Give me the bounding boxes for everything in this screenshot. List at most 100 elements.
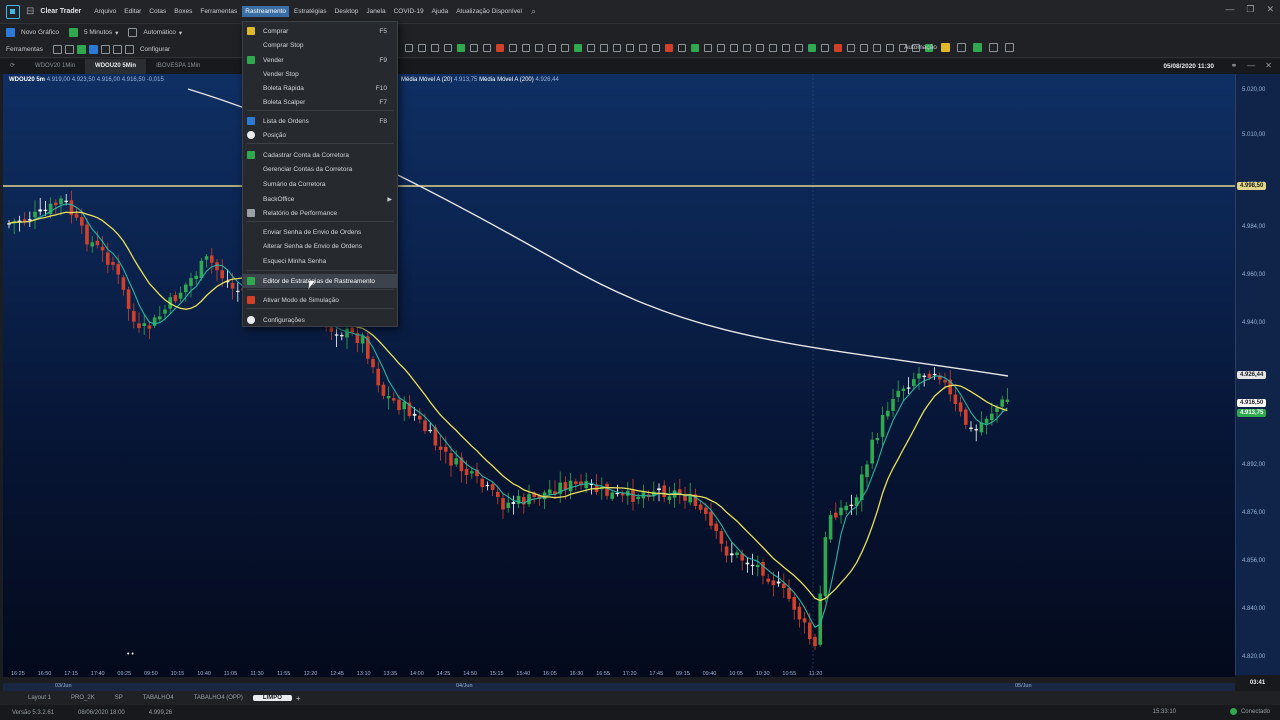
new-chart-button[interactable]: Novo Gráfico bbox=[6, 28, 59, 37]
workspace-tab[interactable]: TABALHO4 bbox=[133, 695, 184, 701]
workspace-tab[interactable]: Layout 1 bbox=[18, 695, 61, 701]
menu-item[interactable]: Posição bbox=[243, 128, 397, 142]
hline-tool-icon[interactable] bbox=[431, 44, 439, 52]
grid-icon[interactable] bbox=[52, 44, 62, 54]
menu-item[interactable]: Lista de Ordens F8 bbox=[243, 114, 397, 128]
menu-4[interactable]: Ferramentas bbox=[197, 6, 240, 17]
menu-item[interactable]: Relatório de Performance bbox=[243, 206, 397, 220]
mode-select[interactable]: Automático ▾ bbox=[128, 28, 182, 37]
menu-item[interactable]: Comprar Stop bbox=[243, 38, 397, 52]
layer-tool-icon[interactable] bbox=[743, 44, 751, 52]
print-tool-icon[interactable] bbox=[847, 44, 855, 52]
fibonacci-tool-icon[interactable] bbox=[483, 44, 491, 52]
pitchfork-tool-icon[interactable] bbox=[509, 44, 517, 52]
menu-item[interactable]: Editor de Estratégias de Rastreamento bbox=[243, 274, 397, 288]
link-icon[interactable]: ⚭ bbox=[1231, 61, 1238, 70]
search-icon[interactable]: ⌕ bbox=[531, 6, 536, 17]
star-tool-icon[interactable] bbox=[730, 44, 738, 52]
arrow-tool-icon[interactable] bbox=[522, 44, 530, 52]
config-button[interactable]: Configurar bbox=[124, 44, 170, 54]
workspace-tab[interactable]: PRO_2K bbox=[61, 695, 105, 701]
timeframe-select[interactable]: 5 Minutos ▾ bbox=[68, 28, 118, 37]
menu-item[interactable]: Comprar F5 bbox=[243, 24, 397, 38]
price-chart[interactable]: • • WDOU20 5m 4.919,00 4.923,50 4.916,00… bbox=[3, 74, 1235, 677]
menu-item[interactable]: Vender Stop bbox=[243, 67, 397, 81]
menu-item[interactable]: Gerenciar Contas da Corretora bbox=[243, 162, 397, 176]
time-scrollbar[interactable]: 03/Jun 04/Jun 05/Jun bbox=[3, 683, 1235, 691]
minimize-icon[interactable]: — bbox=[1225, 4, 1234, 15]
menu-item[interactable]: Boleta Scalper F7 bbox=[243, 95, 397, 109]
menu-item[interactable]: Boleta Rápida F10 bbox=[243, 81, 397, 95]
close-chart-icon[interactable]: ✕ bbox=[1265, 61, 1272, 70]
eraser-tool-icon[interactable] bbox=[574, 44, 582, 52]
menu-item[interactable]: Sumário da Corretora bbox=[243, 177, 397, 191]
chart-tab[interactable]: IBOVESPA 1Min bbox=[146, 59, 210, 74]
menu-9[interactable]: COVID-19 bbox=[391, 6, 427, 17]
workspace-tab[interactable]: LIMPO bbox=[252, 695, 292, 701]
menu-6[interactable]: Estratégias bbox=[291, 6, 330, 17]
menu-item[interactable]: Ativar Modo de Simulação bbox=[243, 293, 397, 307]
close-icon[interactable]: ✕ bbox=[1266, 4, 1274, 15]
rectangle-tool-icon[interactable] bbox=[457, 44, 465, 52]
ray-tool-icon[interactable] bbox=[418, 44, 426, 52]
share-tool-icon[interactable] bbox=[834, 44, 842, 52]
restore-icon[interactable]: ❐ bbox=[1246, 4, 1254, 15]
menu-5[interactable]: Rastreamento bbox=[242, 6, 290, 17]
sidebar-toggle-icon[interactable]: ⊟ bbox=[26, 6, 34, 17]
menu-item[interactable]: Esqueci Minha Senha bbox=[243, 254, 397, 268]
menu-0[interactable]: Arquivo bbox=[91, 6, 119, 17]
chart-tab[interactable]: WDOV20 1Min bbox=[25, 59, 85, 74]
menu-item[interactable]: Configurações bbox=[243, 313, 397, 327]
zoom-in-tool-icon[interactable] bbox=[639, 44, 647, 52]
alert-tool-icon[interactable] bbox=[860, 44, 868, 52]
bars-icon[interactable] bbox=[76, 44, 86, 54]
eye-tool-icon[interactable] bbox=[613, 44, 621, 52]
crosshair-tool-icon[interactable] bbox=[665, 44, 673, 52]
magnet-tool-icon[interactable] bbox=[587, 44, 595, 52]
robot-icon[interactable] bbox=[956, 43, 966, 52]
pin-tool-icon[interactable] bbox=[717, 44, 725, 52]
camera-tool-icon[interactable] bbox=[821, 44, 829, 52]
workspace-tab[interactable]: TABALHO4 (OPP) bbox=[184, 695, 253, 701]
menu-7[interactable]: Desktop bbox=[332, 6, 362, 17]
measure-tool-icon[interactable] bbox=[548, 44, 556, 52]
pie-chart-icon[interactable] bbox=[988, 43, 998, 52]
price-axis[interactable]: 5.020,005.010,004.992,004.984,004.960,00… bbox=[1235, 74, 1280, 677]
brush-tool-icon[interactable] bbox=[561, 44, 569, 52]
ellipse-tool-icon[interactable] bbox=[470, 44, 478, 52]
candles-icon[interactable] bbox=[88, 44, 98, 54]
channel-tool-icon[interactable] bbox=[496, 44, 504, 52]
redo-tool-icon[interactable] bbox=[795, 44, 803, 52]
target-tool-icon[interactable] bbox=[886, 44, 894, 52]
trash-tool-icon[interactable] bbox=[626, 44, 634, 52]
settings-tool-icon[interactable] bbox=[808, 44, 816, 52]
candlestick-chart[interactable]: • • bbox=[3, 74, 1235, 677]
layout-icon[interactable] bbox=[64, 44, 74, 54]
paste-tool-icon[interactable] bbox=[769, 44, 777, 52]
vline-tool-icon[interactable] bbox=[444, 44, 452, 52]
add-workspace-icon[interactable]: + bbox=[296, 694, 301, 703]
workspace-tab[interactable]: SP bbox=[105, 695, 133, 701]
trendline-tool-icon[interactable] bbox=[405, 44, 413, 52]
menu-1[interactable]: Editar bbox=[121, 6, 144, 17]
lock-tool-icon[interactable] bbox=[600, 44, 608, 52]
menu-item[interactable]: BackOffice ▶ bbox=[243, 192, 397, 206]
zoom-out-tool-icon[interactable] bbox=[652, 44, 660, 52]
menu-item[interactable]: Enviar Senha de Envio de Ordens bbox=[243, 225, 397, 239]
cursor-icon[interactable] bbox=[112, 44, 122, 54]
menu-3[interactable]: Boxes bbox=[171, 6, 195, 17]
menu-8[interactable]: Janela bbox=[363, 6, 388, 17]
timer-tool-icon[interactable] bbox=[873, 44, 881, 52]
copy-tool-icon[interactable] bbox=[756, 44, 764, 52]
menu-item[interactable]: Cadastrar Conta da Corretora bbox=[243, 148, 397, 162]
minimize-chart-icon[interactable]: — bbox=[1247, 61, 1255, 70]
strategy-icon[interactable] bbox=[972, 43, 982, 52]
report-icon[interactable] bbox=[1004, 43, 1014, 52]
text-tool-icon[interactable] bbox=[535, 44, 543, 52]
flag-tool-icon[interactable] bbox=[691, 44, 699, 52]
menu-2[interactable]: Cotas bbox=[146, 6, 169, 17]
line-icon[interactable] bbox=[100, 44, 110, 54]
ruler-tool-icon[interactable] bbox=[678, 44, 686, 52]
automation-alert-icon[interactable] bbox=[940, 43, 950, 52]
undo-tool-icon[interactable] bbox=[782, 44, 790, 52]
